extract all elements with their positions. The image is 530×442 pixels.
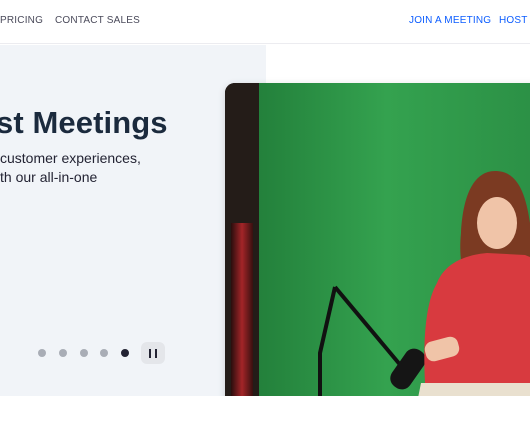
pause-icon-bar [155, 349, 157, 358]
hero-video[interactable] [225, 83, 530, 435]
hero-subline-2: th our all-in-one [0, 169, 98, 185]
hero-headline: st Meetings [0, 105, 168, 140]
top-navigation: PRICING CONTACT SALES JOIN A MEETING HOS… [0, 0, 530, 44]
carousel-dot-1[interactable] [38, 349, 46, 357]
join-meeting-link[interactable]: JOIN A MEETING [409, 15, 491, 26]
hero-section: st Meetings customer experiences, th our… [0, 45, 530, 435]
carousel-dot-3[interactable] [80, 349, 88, 357]
page-continuation [0, 396, 530, 442]
hero-subline-1: customer experiences, [0, 150, 141, 166]
carousel-dot-2[interactable] [59, 349, 67, 357]
carousel-dot-5[interactable] [121, 349, 129, 357]
nav-pricing-link[interactable]: PRICING [0, 15, 43, 26]
video-frame [225, 83, 530, 435]
host-meeting-link[interactable]: HOST A [499, 15, 530, 26]
carousel-pause-button[interactable] [141, 342, 165, 364]
pause-icon [149, 349, 151, 358]
nav-contact-sales-link[interactable]: CONTACT SALES [55, 15, 140, 26]
carousel-dot-4[interactable] [100, 349, 108, 357]
